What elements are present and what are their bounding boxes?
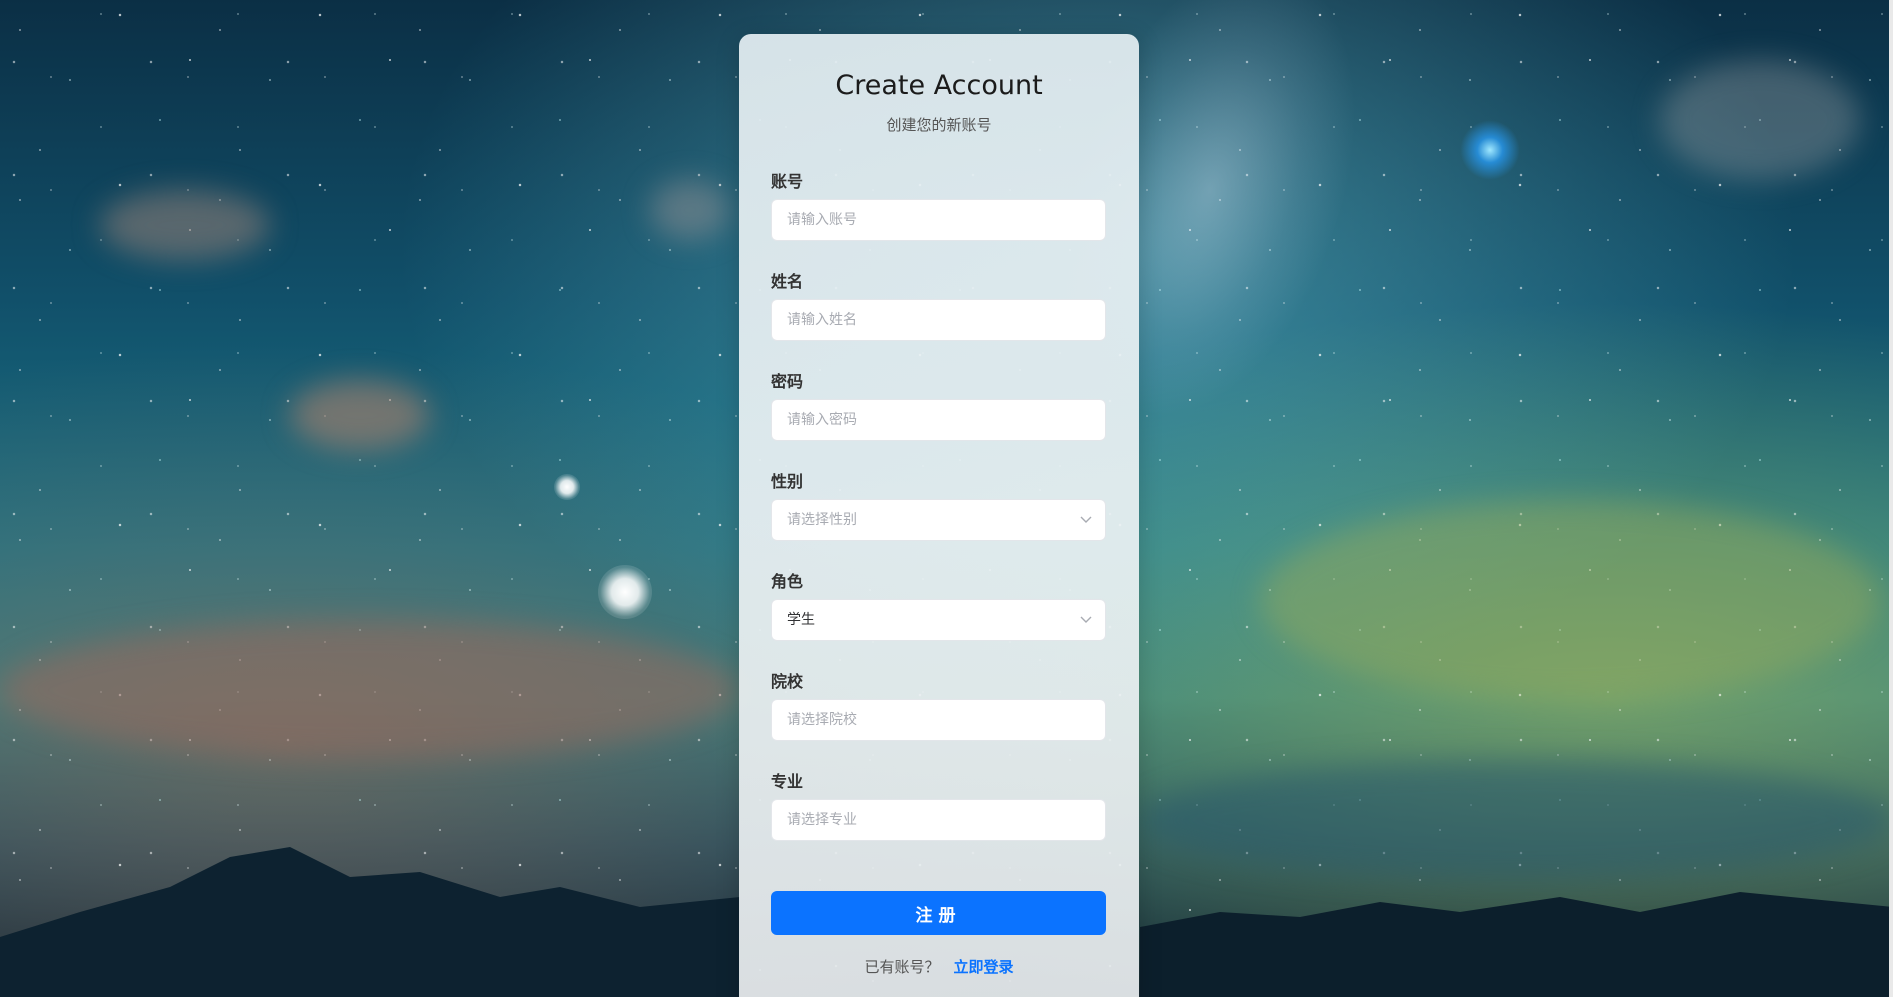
login-prompt: 已有账号？ 立即登录: [739, 956, 1139, 977]
cloud: [290, 380, 430, 450]
background-scene: Create Account 创建您的新账号 账号 姓名 密码 性别 请选择性别…: [0, 0, 1893, 997]
name-input[interactable]: [771, 299, 1106, 341]
role-label: 角色: [771, 572, 804, 591]
school-label: 院校: [771, 672, 804, 691]
register-button[interactable]: 注册: [771, 891, 1106, 935]
major-label: 专业: [771, 772, 804, 791]
password-input[interactable]: [771, 399, 1106, 441]
cloud: [0, 620, 740, 760]
cloud: [1260, 500, 1880, 700]
bright-star-large: [598, 565, 652, 619]
chevron-down-icon: [1080, 516, 1092, 523]
cloud: [1660, 60, 1860, 180]
role-select-value: 学生: [787, 612, 815, 628]
page-subtitle: 创建您的新账号: [886, 116, 992, 134]
account-label: 账号: [771, 172, 804, 191]
register-card: Create Account 创建您的新账号 账号 姓名 密码 性别 请选择性别…: [739, 34, 1139, 997]
gender-select[interactable]: 请选择性别: [771, 499, 1106, 541]
cloud: [100, 190, 270, 260]
cloud: [650, 180, 730, 240]
login-link[interactable]: 立即登录: [954, 958, 1014, 976]
bright-star-small: [554, 474, 580, 500]
name-label: 姓名: [771, 272, 804, 291]
gender-label: 性别: [771, 472, 804, 491]
major-input[interactable]: [771, 799, 1106, 841]
page-title: Create Account: [835, 70, 1043, 101]
role-select[interactable]: 学生: [771, 599, 1106, 641]
page-scrollbar[interactable]: [1889, 0, 1893, 997]
blue-nebula: [1460, 120, 1520, 180]
school-input[interactable]: [771, 699, 1106, 741]
gender-select-placeholder: 请选择性别: [787, 512, 857, 528]
account-input[interactable]: [771, 199, 1106, 241]
password-label: 密码: [771, 372, 804, 391]
login-prompt-text: 已有账号？: [864, 958, 940, 976]
chevron-down-icon: [1080, 616, 1092, 623]
